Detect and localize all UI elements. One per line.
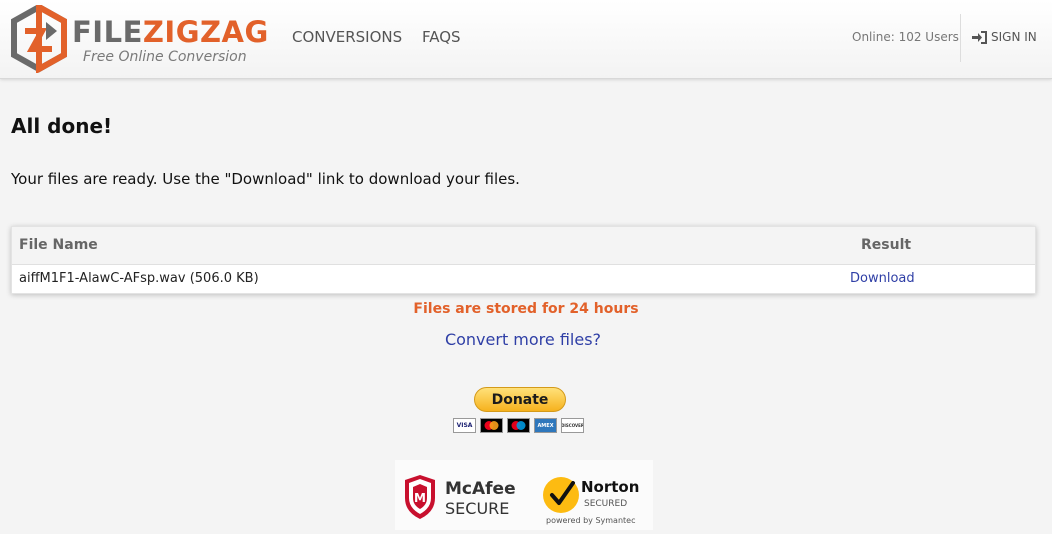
amex-card-icon: AMEX (534, 418, 557, 433)
top-navbar: FILEZIGZAG Free Online Conversion CONVER… (0, 0, 1052, 79)
sign-in-label: SIGN IN (991, 30, 1037, 44)
discover-card-icon: DISCOVER (561, 418, 584, 433)
table-header: File Name Result (12, 227, 1035, 265)
norton-secured-label: SECURED (584, 499, 627, 509)
storage-notice: Files are stored for 24 hours (413, 301, 639, 317)
page-title: All done! (11, 114, 113, 138)
mastercard-icon (480, 418, 503, 433)
online-users-count: Online: 102 Users (852, 30, 959, 44)
ready-message: Your files are ready. Use the "Download"… (11, 170, 520, 188)
site-logo[interactable]: FILEZIGZAG Free Online Conversion (10, 5, 268, 73)
convert-more-link[interactable]: Convert more files? (0, 330, 1046, 349)
svg-text:M: M (414, 491, 426, 505)
mcafee-secure-label: SECURE (445, 499, 509, 518)
donate-button[interactable]: Donate (474, 387, 566, 412)
results-table: File Name Result aiffM1F1-AlawC-AFsp.wav… (11, 226, 1036, 294)
sign-in-link[interactable]: SIGN IN (972, 30, 1037, 44)
trust-badges: M McAfee SECURE Norton SECURED powered b… (395, 460, 653, 530)
nav-faqs[interactable]: FAQS (422, 28, 461, 46)
norton-powered-by: powered by Symantec (546, 516, 635, 525)
payment-cards: VISA AMEX DISCOVER (453, 418, 584, 433)
logo-wordmark: FILEZIGZAG (72, 15, 269, 49)
download-link[interactable]: Download (850, 271, 915, 286)
mcafee-label: McAfee (445, 479, 516, 499)
column-header-result: Result (861, 237, 912, 253)
nav-divider (960, 14, 961, 62)
visa-card-icon: VISA (453, 418, 476, 433)
file-name-cell: aiffM1F1-AlawC-AFsp.wav (506.0 KB) (19, 271, 259, 286)
nav-conversions[interactable]: CONVERSIONS (292, 28, 402, 46)
mcafee-secure-badge[interactable]: M McAfee SECURE (403, 474, 523, 520)
zigzag-logo-icon (11, 5, 67, 73)
norton-label: Norton (581, 478, 639, 496)
sign-in-icon (972, 30, 987, 44)
norton-secured-badge[interactable]: Norton SECURED powered by Symantec (540, 468, 650, 528)
column-header-file-name: File Name (19, 237, 98, 253)
logo-tagline: Free Online Conversion (83, 49, 247, 65)
maestro-card-icon (507, 418, 530, 433)
